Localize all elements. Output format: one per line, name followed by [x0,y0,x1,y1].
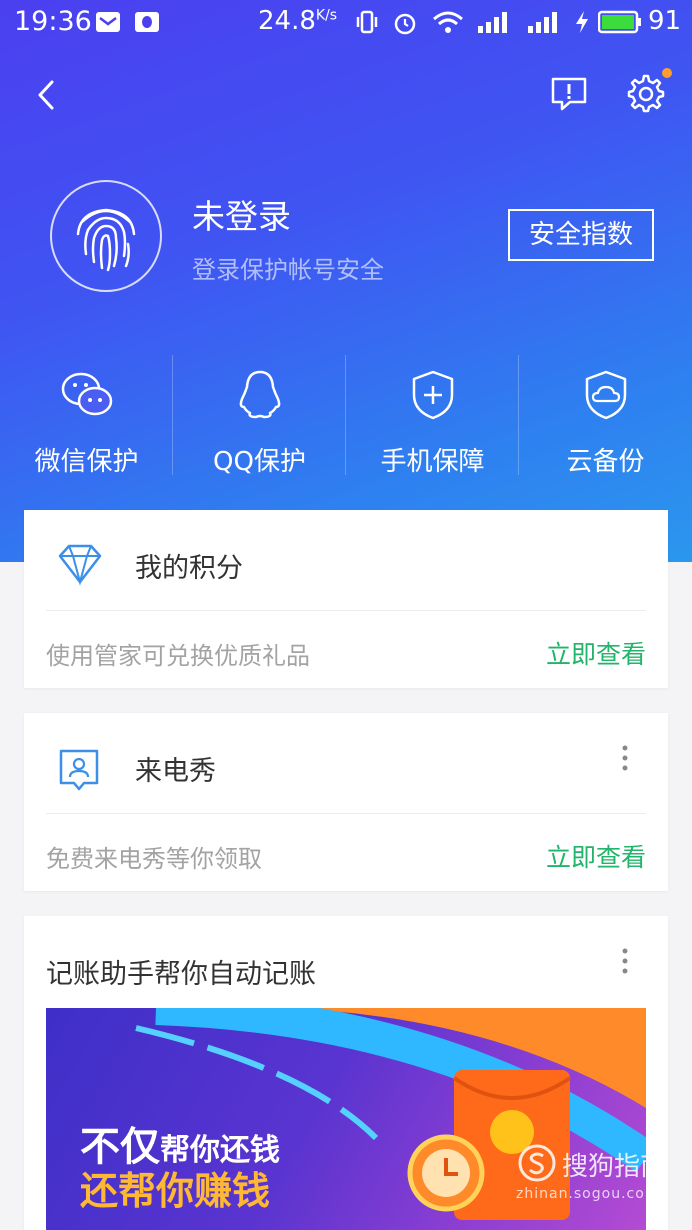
signal-icon [478,12,507,33]
quick-actions: 微信保护 QQ保护 手机保障 云备份 [0,355,692,477]
fingerprint-icon [76,208,136,272]
user-name[interactable]: 未登录 [192,190,291,238]
watermark-url: zhinan.sogou.com [516,1186,660,1202]
back-button[interactable] [30,78,64,112]
watermark: 搜狗指南 zhinan.sogou.com [516,1142,692,1208]
points-card[interactable]: 我的积分 使用管家可兑换优质礼品 立即查看 [24,510,668,688]
shield-plus-icon [412,370,453,420]
vibrate-icon [356,10,378,34]
caller-show-subtitle: 免费来电秀等你领取 [46,845,262,873]
divider [46,610,646,611]
more-vertical-icon[interactable] [622,745,628,771]
quick-wechat-protect[interactable]: 微信保护 [0,355,173,477]
quick-label: QQ保护 [213,447,306,477]
quick-cloud-backup[interactable]: 云备份 [519,355,692,477]
quick-label: 手机保障 [380,447,485,477]
divider [345,355,346,475]
feedback-icon[interactable] [550,76,588,112]
quick-qq-protect[interactable]: QQ保护 [173,355,346,477]
wechat-icon [61,372,112,416]
user-subtitle: 登录保护帐号安全 [192,256,384,284]
points-title: 我的积分 [135,553,243,584]
divider [172,355,173,475]
alarm-icon [394,13,416,35]
caller-show-card[interactable]: 来电秀 免费来电秀等你领取 立即查看 [24,713,668,891]
gear-icon[interactable] [626,74,666,114]
watermark-text: 搜狗指南 [562,1152,667,1182]
battery-percent: 91 [648,6,682,36]
caller-show-view-link[interactable]: 立即查看 [546,838,646,874]
status-bar: 19:36 24.8K/s 91 [0,0,692,44]
caller-id-icon [59,749,99,791]
bookkeeping-title: 记账助手帮你自动记账 [46,959,316,990]
quick-phone-guard[interactable]: 手机保障 [346,355,519,477]
signal-icon [528,12,557,33]
notification-dot [662,68,672,78]
net-speed: 24.8K/s [258,6,337,36]
points-view-link[interactable]: 立即查看 [546,635,646,671]
qq-icon [239,370,280,419]
avatar[interactable] [50,180,162,292]
divider [46,813,646,814]
battery-icon [598,10,641,34]
wifi-icon [433,11,463,33]
qq-notify-icon [135,12,159,32]
status-time: 19:36 [14,6,92,37]
net-speed-unit: K/s [315,7,338,24]
quick-label: 云备份 [566,447,645,477]
quick-label: 微信保护 [34,447,139,477]
cloud-shield-icon [585,370,626,420]
diamond-icon [58,544,102,586]
net-speed-value: 24.8 [258,6,316,36]
charging-icon [576,11,588,33]
mail-icon [96,12,120,32]
points-subtitle: 使用管家可兑换优质礼品 [46,642,310,670]
caller-show-title: 来电秀 [135,756,216,787]
more-vertical-icon[interactable] [622,948,628,974]
divider [518,355,519,475]
sogou-logo-icon [518,1144,556,1182]
safety-index-button[interactable]: 安全指数 [508,209,654,261]
banner-line2: 还帮你赚钱 [80,1169,271,1213]
